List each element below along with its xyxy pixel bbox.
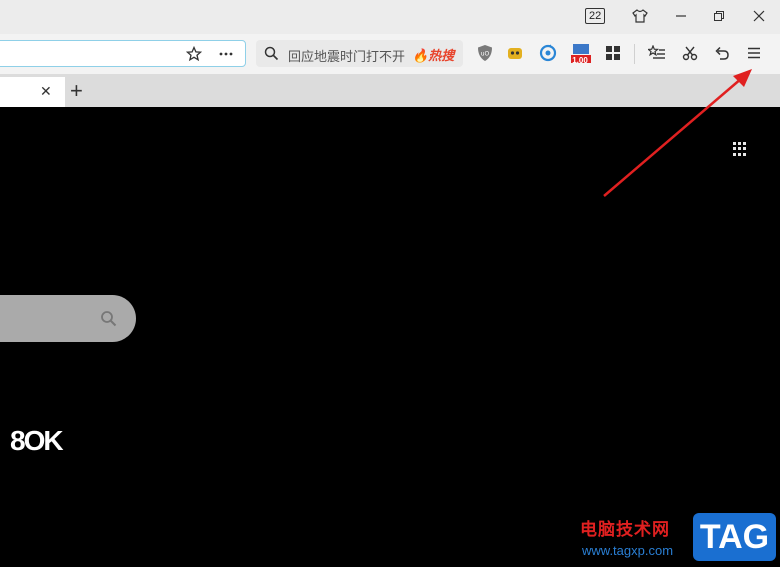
watermark-tag-logo: TAG (693, 513, 776, 561)
watermark-url: www.tagxp.com (582, 543, 674, 558)
annotation-arrow (603, 69, 752, 197)
watermark: 电脑技术网 www.tagxp.com TAG (578, 509, 778, 567)
watermark-title: 电脑技术网 (580, 520, 670, 539)
